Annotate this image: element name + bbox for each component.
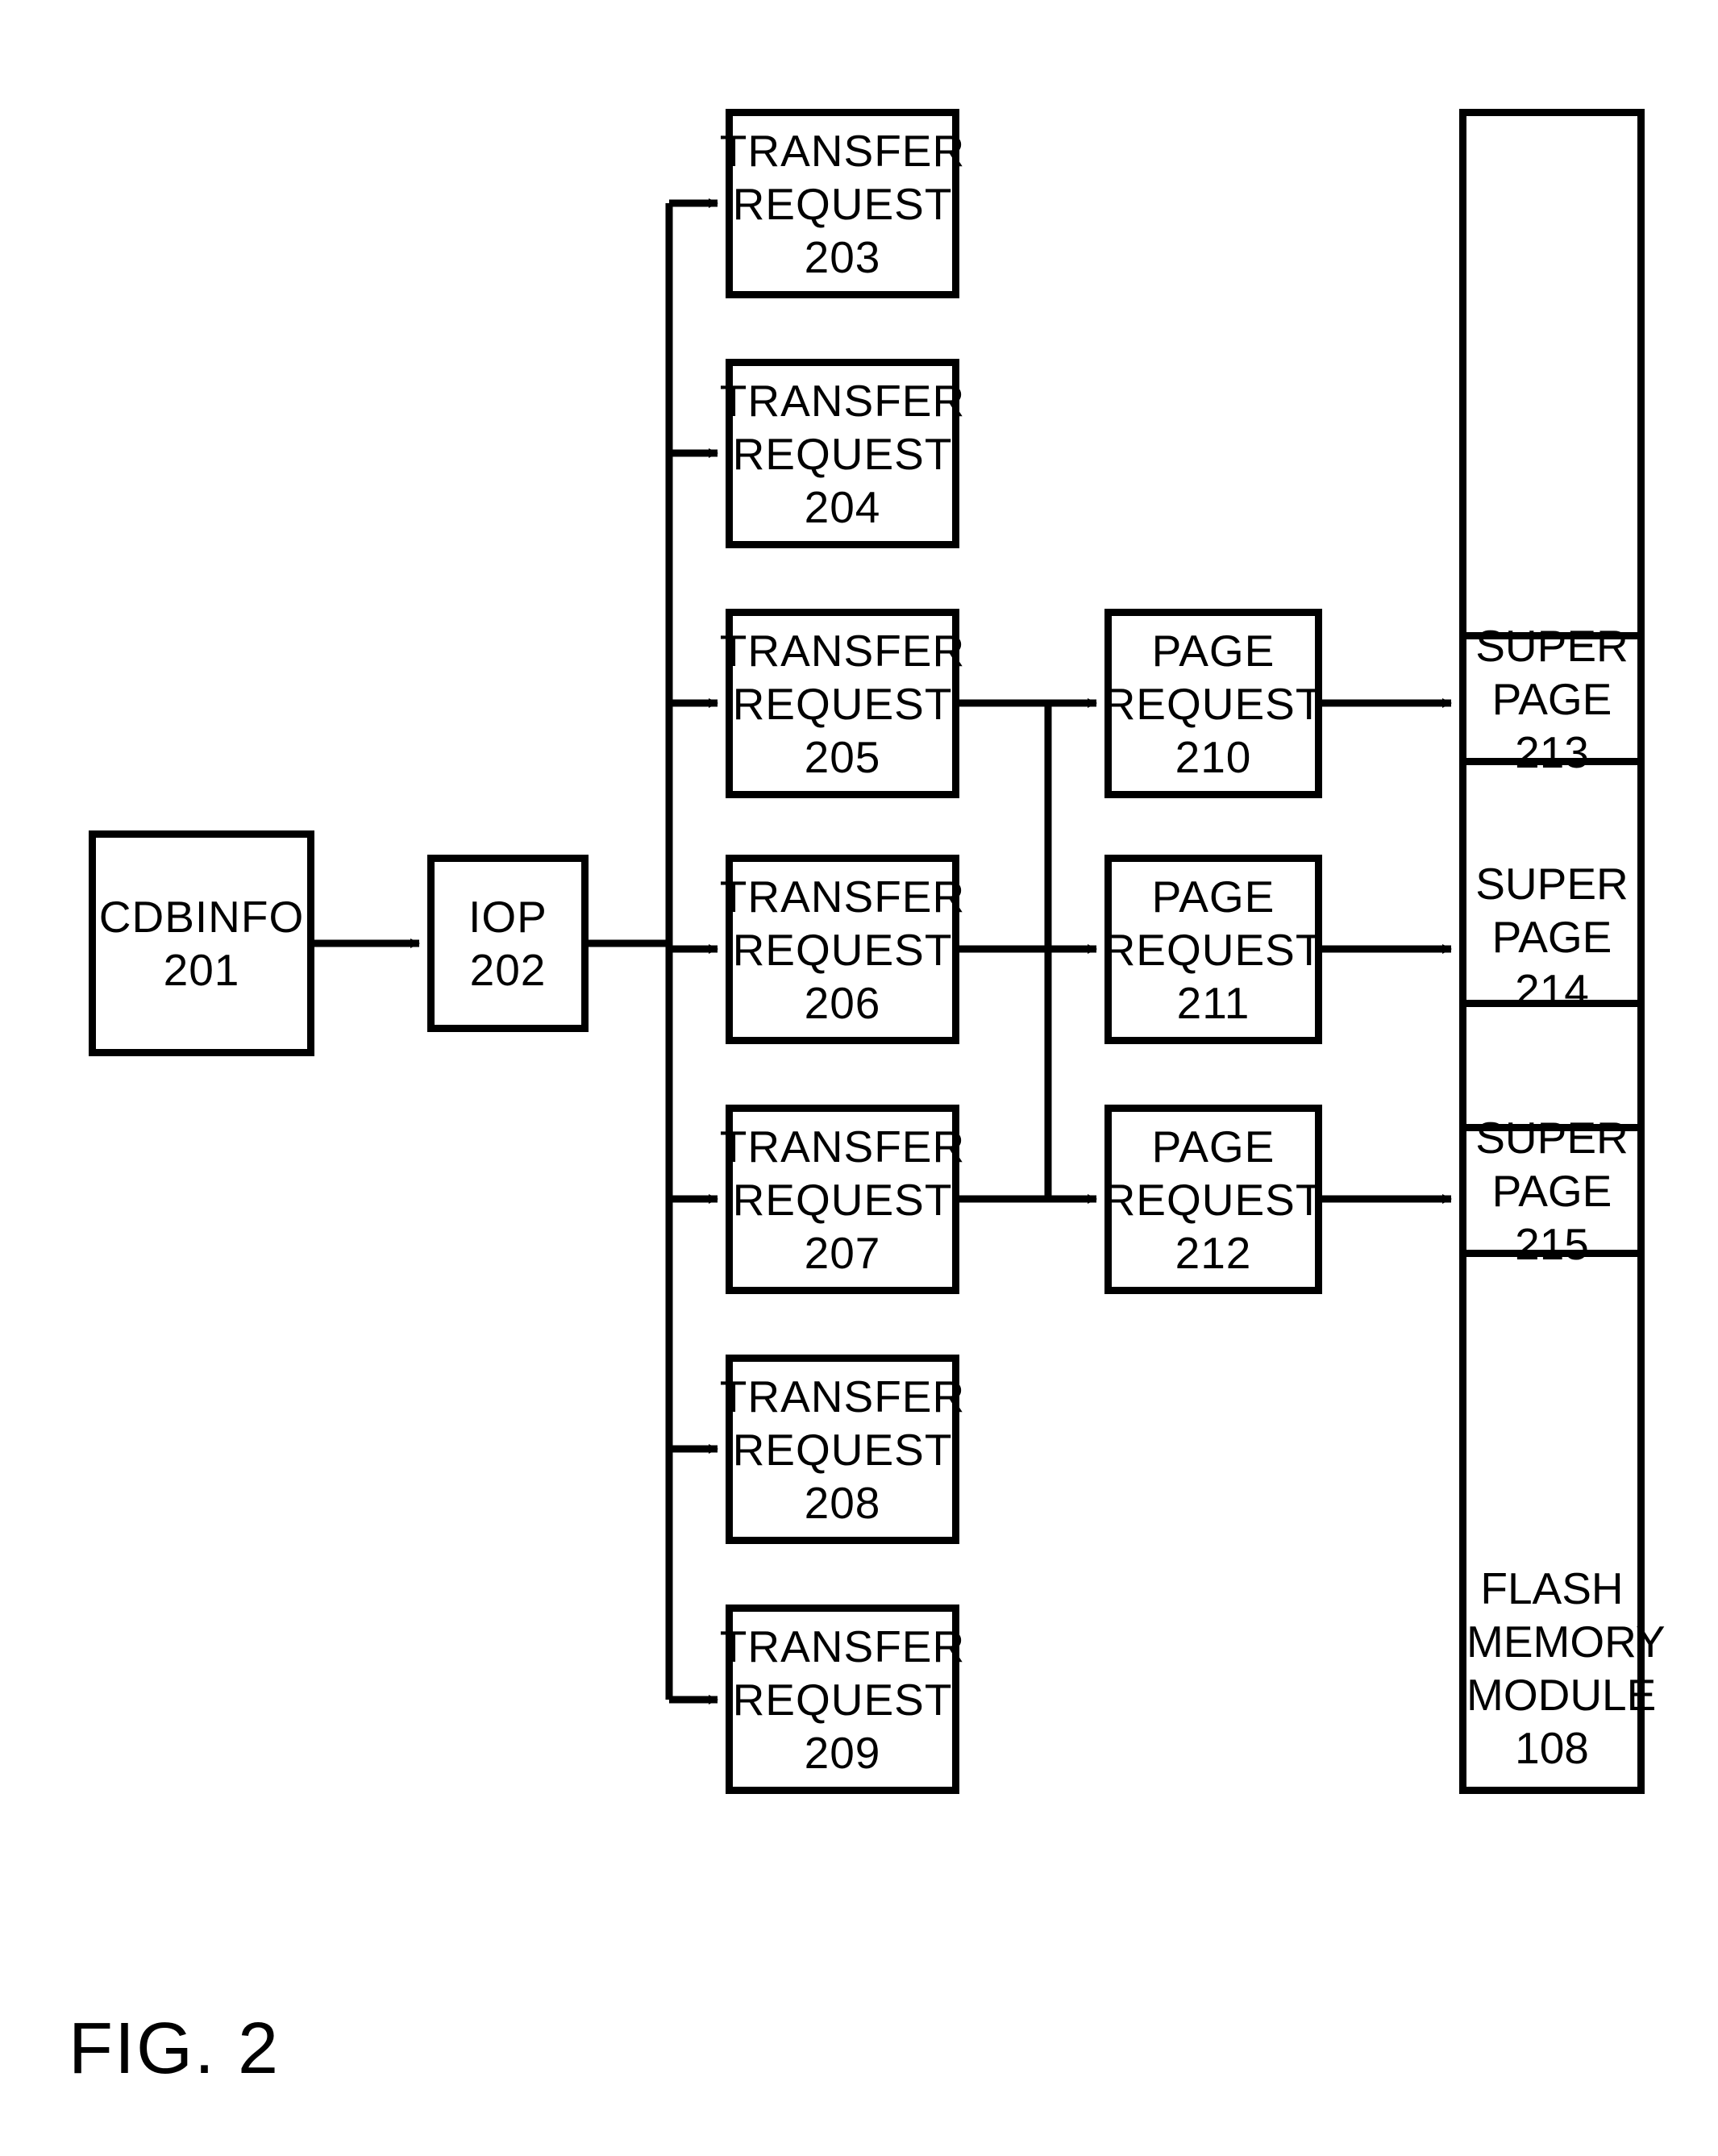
transfer-request-203: TRANSFER REQUEST 203	[726, 109, 959, 298]
super-page-213: SUPER PAGE 213	[1466, 632, 1637, 765]
transfer-request-209: TRANSFER REQUEST 209	[726, 1605, 959, 1794]
flash-memory-module: SUPER PAGE 213 SUPER PAGE 214 SUPER PAGE…	[1459, 109, 1645, 1794]
diagram-canvas: FIG. 2 CDBINFO 201 IOP 202 TRANSFER REQU…	[0, 0, 1718, 2156]
iop-box: IOP 202	[427, 855, 589, 1032]
cdbinfo-box: CDBINFO 201	[89, 830, 314, 1056]
transfer-request-205: TRANSFER REQUEST 205	[726, 609, 959, 798]
flash-label: FLASH MEMORY MODULE 108	[1466, 1562, 1637, 1775]
transfer-request-208: TRANSFER REQUEST 208	[726, 1355, 959, 1544]
super-page-215: SUPER PAGE 215	[1466, 1124, 1637, 1257]
page-request-210: PAGE REQUEST 210	[1104, 609, 1322, 798]
transfer-request-206: TRANSFER REQUEST 206	[726, 855, 959, 1044]
cdbinfo-label: CDBINFO	[99, 890, 305, 943]
figure-label: FIG. 2	[69, 2008, 280, 2091]
transfer-request-207: TRANSFER REQUEST 207	[726, 1105, 959, 1294]
super-page-214: SUPER PAGE 214	[1466, 874, 1637, 1007]
iop-label: IOP	[468, 890, 547, 943]
page-request-212: PAGE REQUEST 212	[1104, 1105, 1322, 1294]
cdbinfo-num: 201	[164, 943, 240, 997]
iop-num: 202	[470, 943, 547, 997]
page-request-211: PAGE REQUEST 211	[1104, 855, 1322, 1044]
transfer-request-204: TRANSFER REQUEST 204	[726, 359, 959, 548]
